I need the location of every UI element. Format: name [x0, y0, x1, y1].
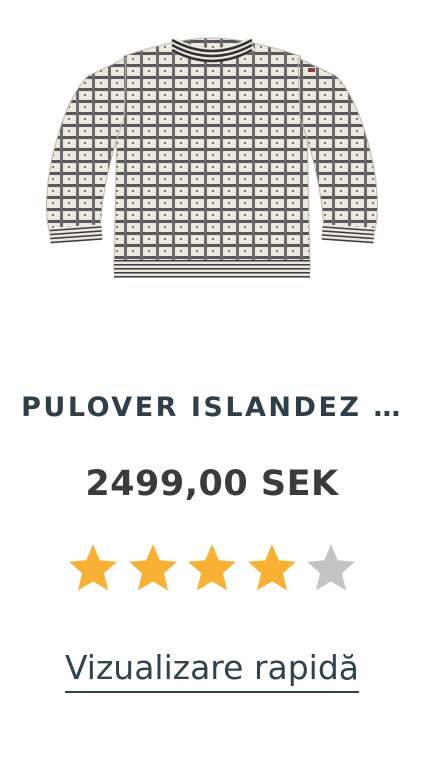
star-filled-icon	[69, 544, 117, 591]
product-title[interactable]: PULOVER ISLANDEZ …	[0, 392, 424, 423]
star-empty-icon	[307, 544, 355, 591]
star-filled-icon	[188, 544, 236, 591]
product-price: 2499,00 SEK	[85, 464, 339, 504]
star-rating	[67, 542, 357, 594]
star-filled-icon	[128, 544, 177, 591]
quick-view-link[interactable]: Vizualizare rapidă	[64, 648, 360, 693]
product-image[interactable]	[28, 28, 396, 288]
quick-view-container: Vizualizare rapidă	[0, 648, 424, 693]
star-filled-icon	[247, 544, 296, 591]
product-card: PULOVER ISLANDEZ … 2499,00 SEK Vizualiza…	[0, 0, 424, 760]
